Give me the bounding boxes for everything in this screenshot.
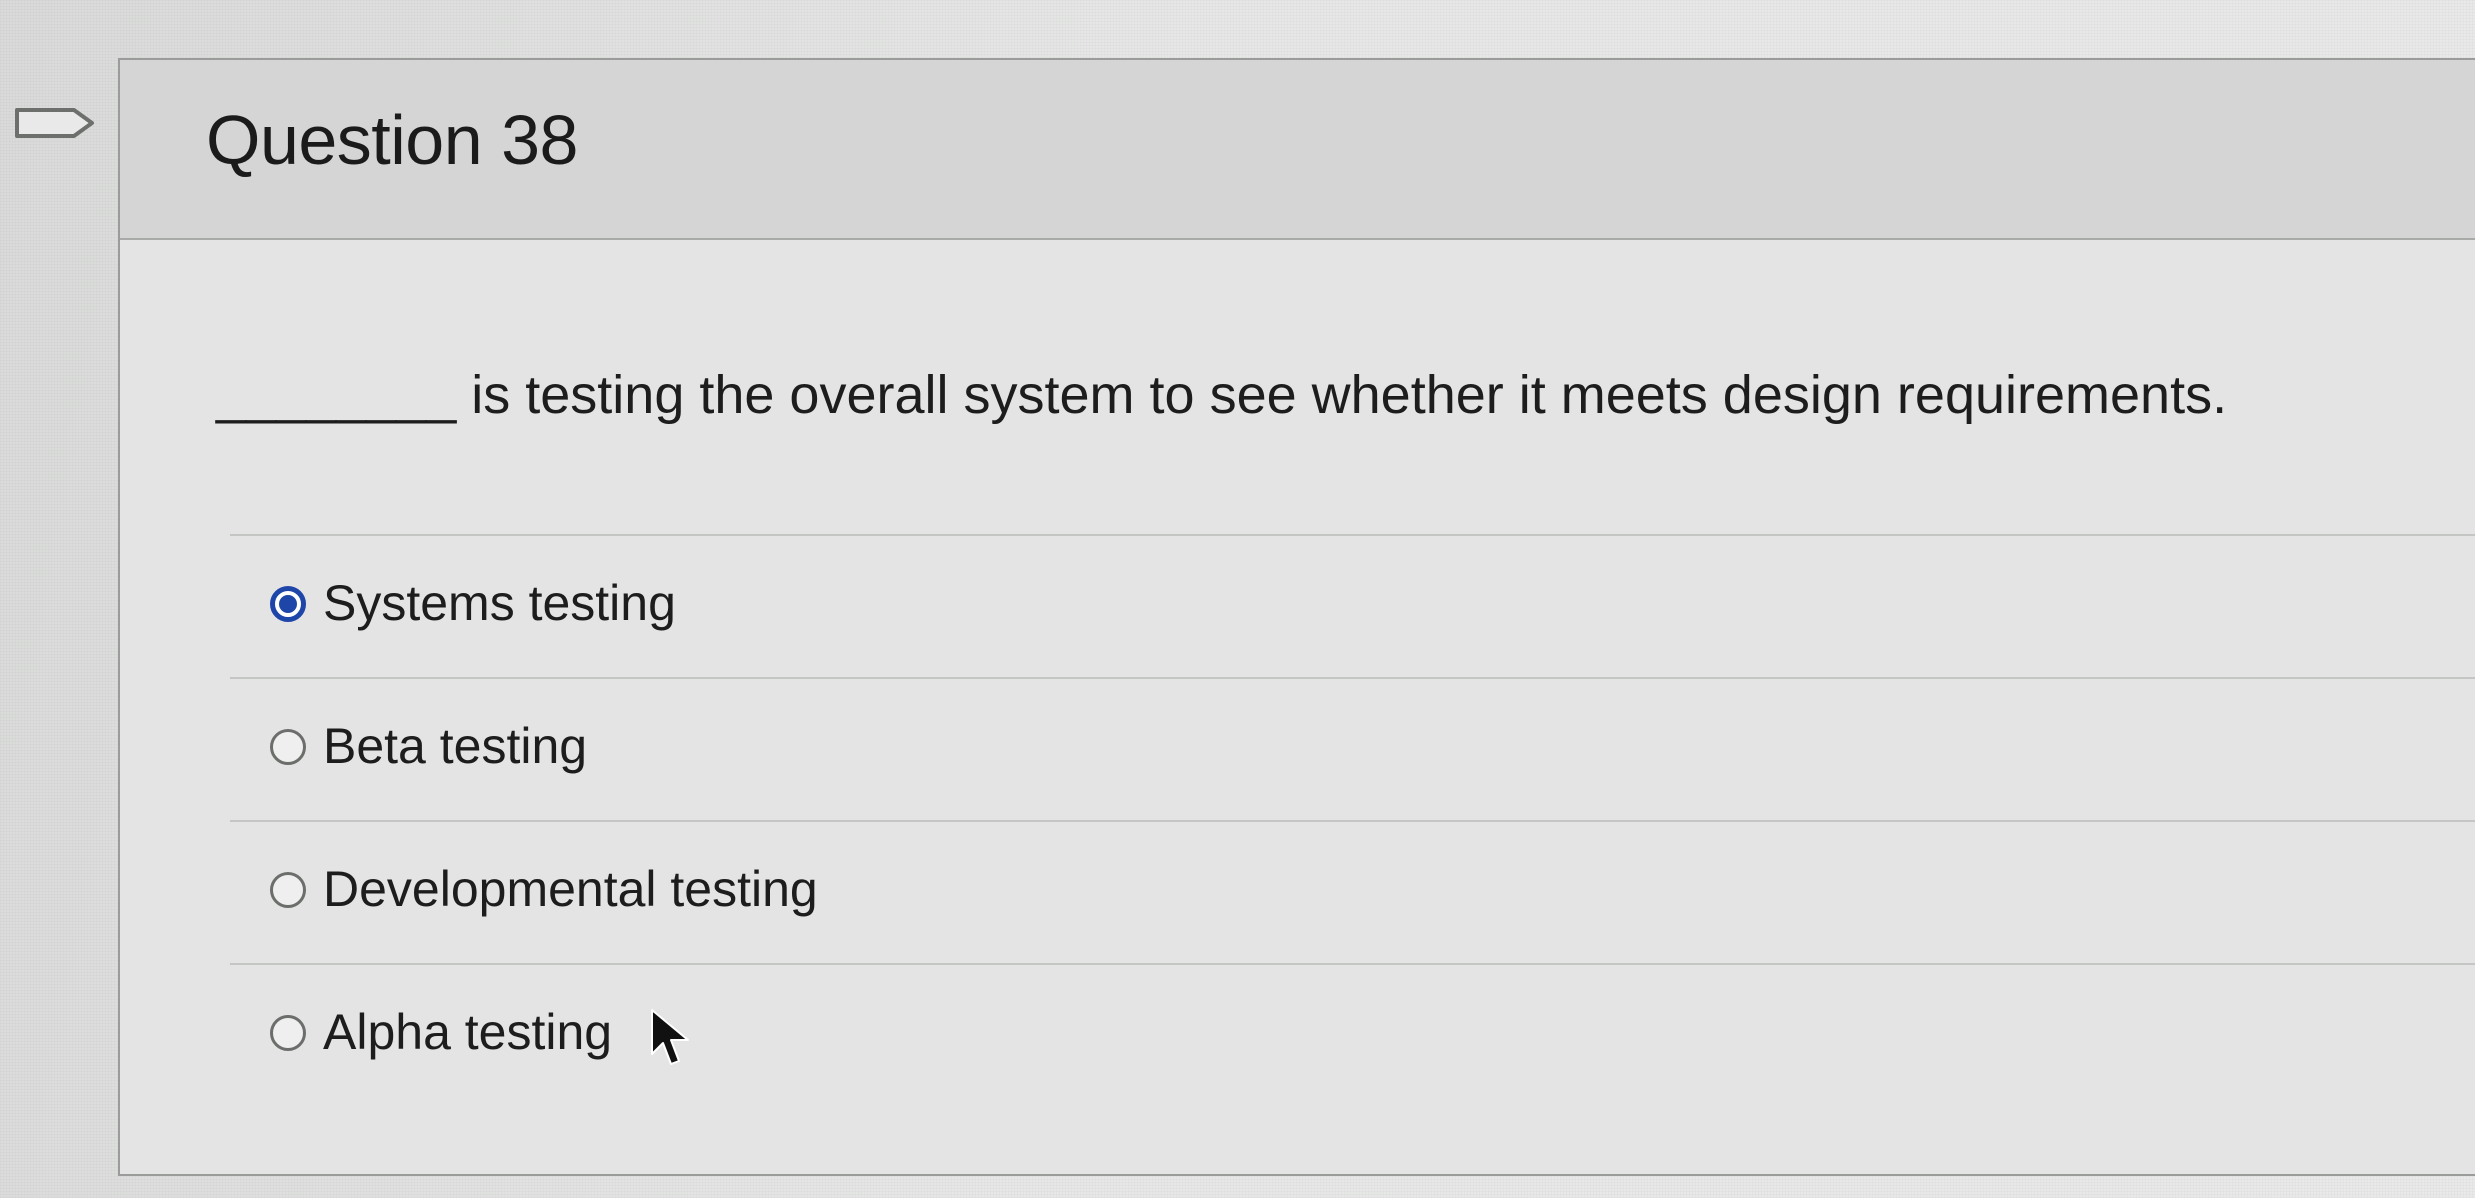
answer-label[interactable]: Alpha testing [323,1003,612,1061]
question-prompt: ________ is testing the overall system t… [216,365,2228,425]
question-header: Question 38 [120,60,2475,240]
radio-button[interactable] [270,1015,306,1051]
mouse-pointer-icon [651,1009,689,1065]
radio-button[interactable] [270,872,306,908]
question-title: Question 38 [206,101,578,179]
flag-icon[interactable] [14,108,96,138]
answer-label[interactable]: Systems testing [323,574,676,632]
radio-button-selected[interactable] [270,586,306,622]
answer-option-beta-testing[interactable]: Beta testing [230,677,2475,820]
radio-button[interactable] [270,729,306,765]
answer-option-systems-testing[interactable]: Systems testing [230,534,2475,677]
answer-list: Systems testing Beta testing Development… [230,534,2475,1106]
answer-option-alpha-testing[interactable]: Alpha testing [230,963,2475,1106]
answer-label[interactable]: Beta testing [323,717,587,775]
answer-option-developmental-testing[interactable]: Developmental testing [230,820,2475,963]
question-card: Question 38 ________ is testing the over… [118,58,2475,1176]
answer-label[interactable]: Developmental testing [323,860,818,918]
